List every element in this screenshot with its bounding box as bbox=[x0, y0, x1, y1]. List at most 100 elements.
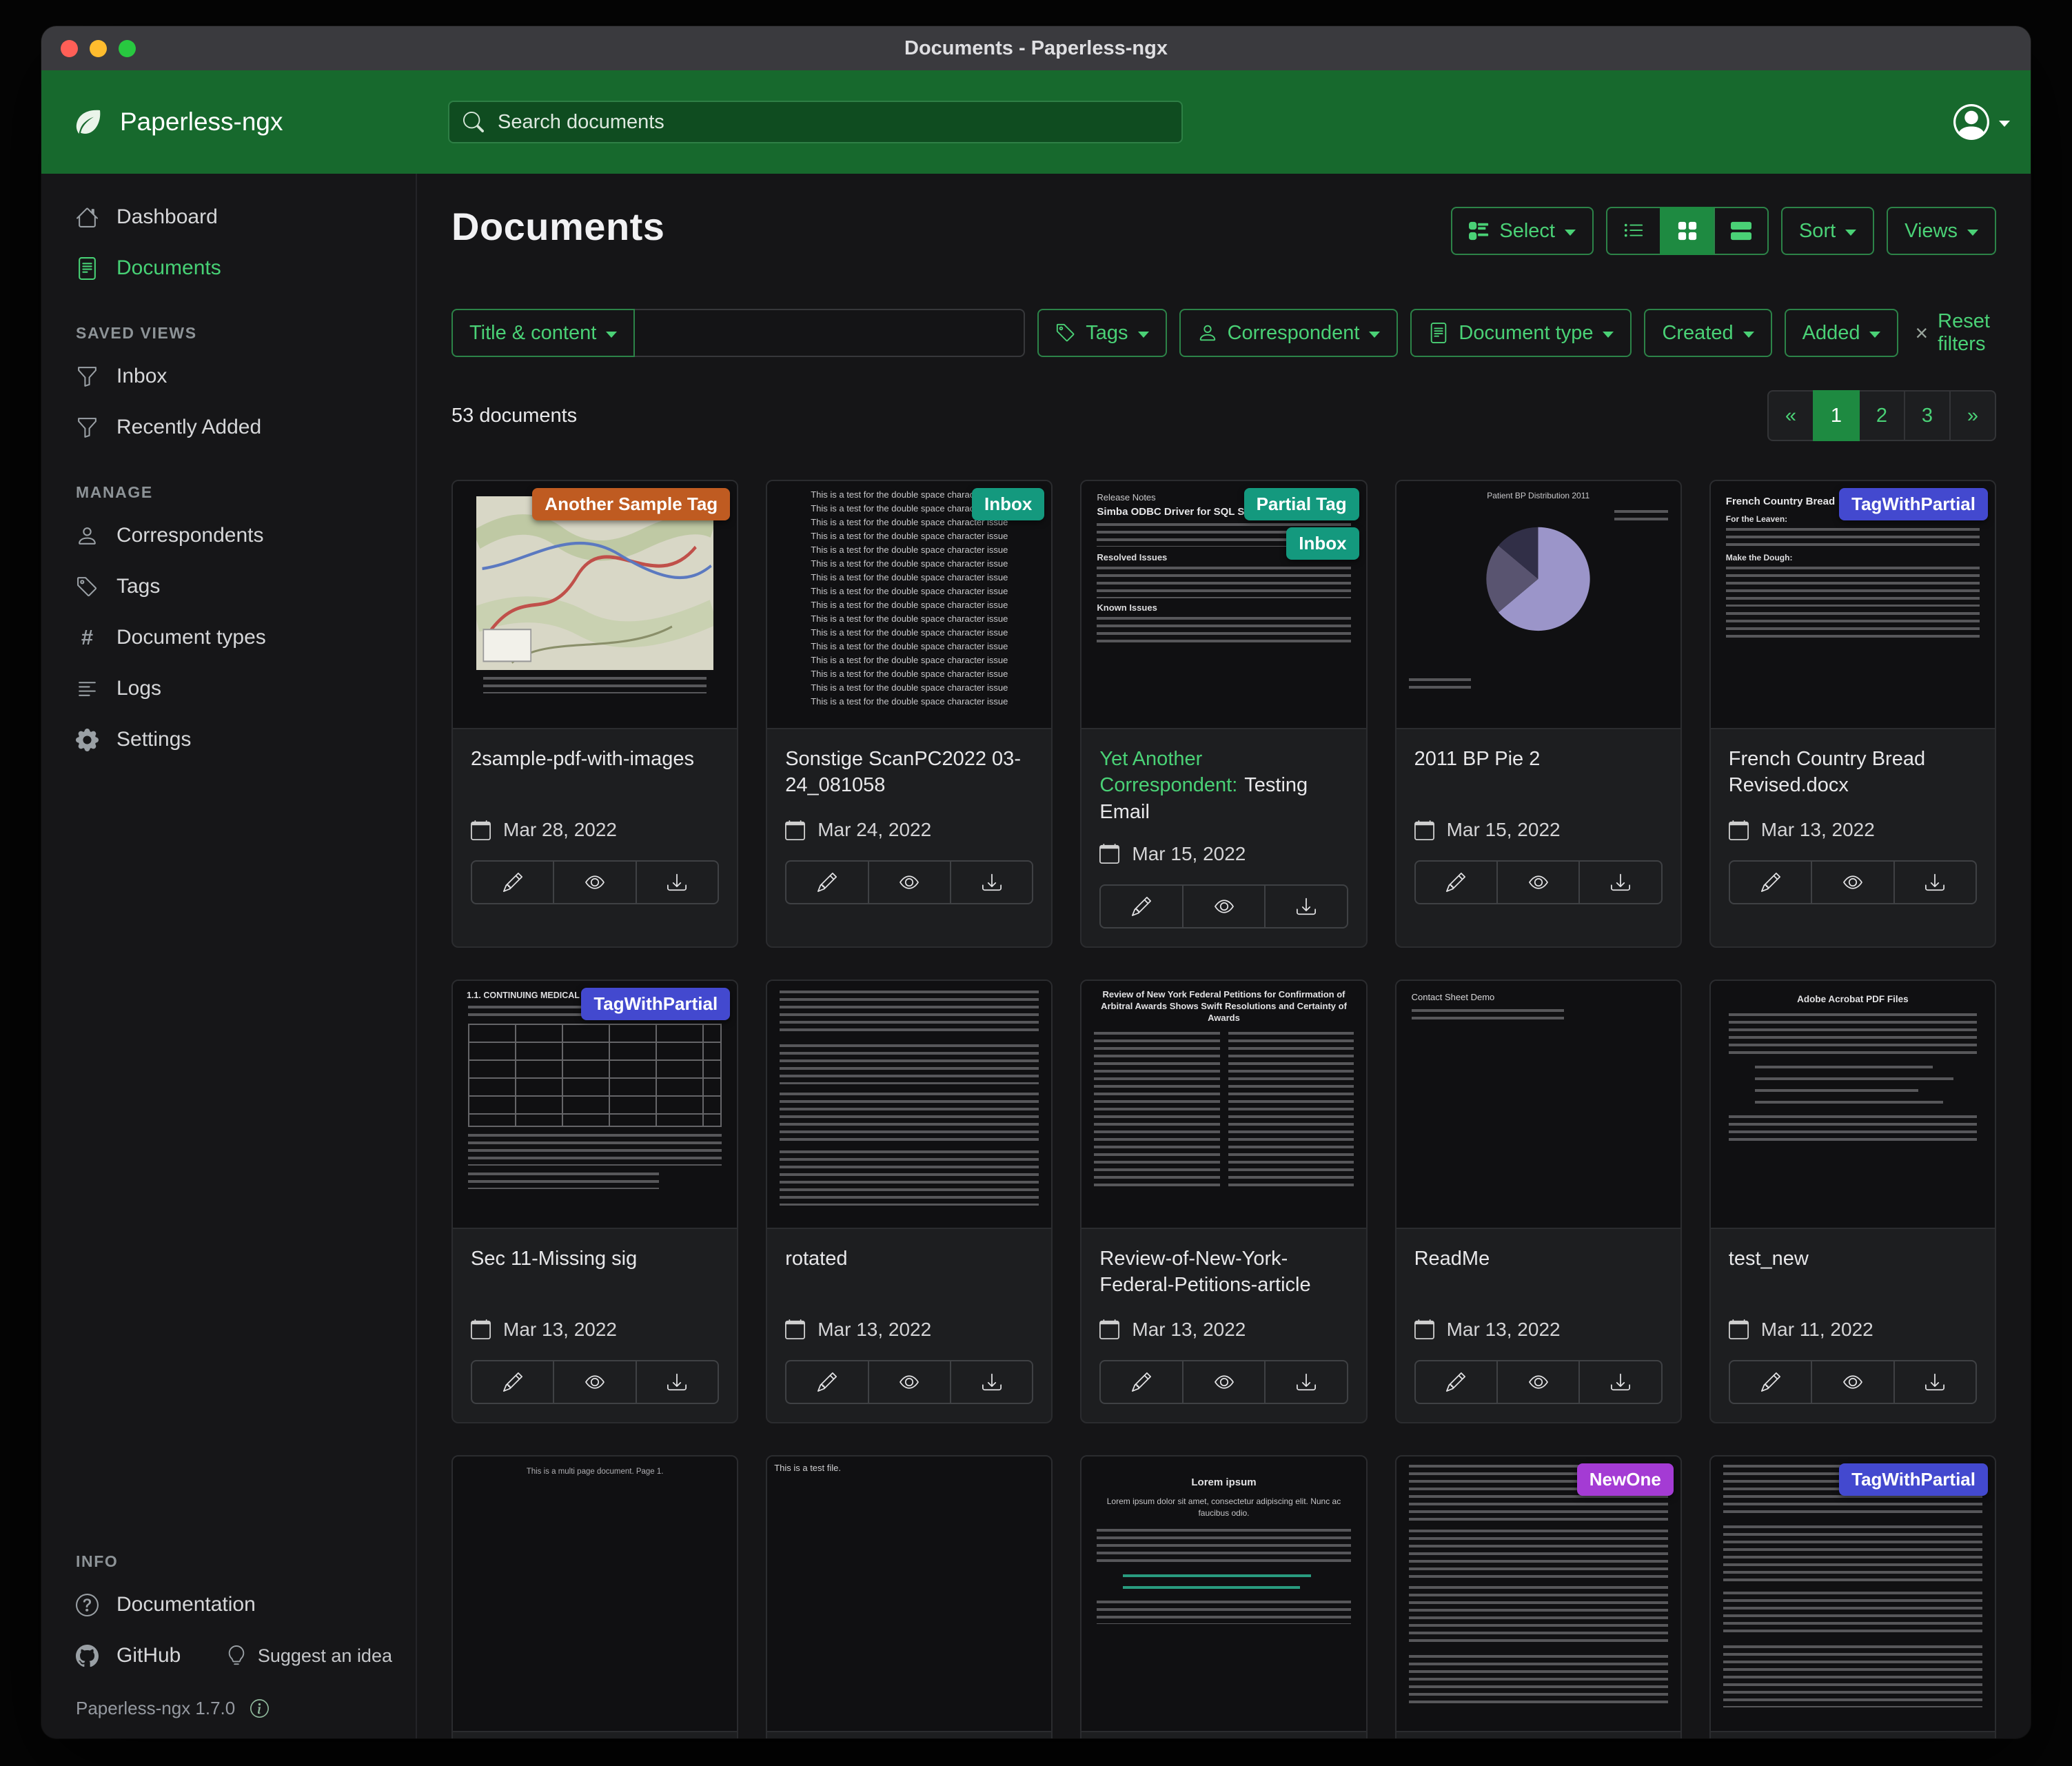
view-document-button[interactable] bbox=[1182, 1360, 1266, 1404]
download-document-button[interactable] bbox=[1578, 1360, 1662, 1404]
sidebar-item-suggest-idea[interactable]: Suggest an idea bbox=[226, 1630, 392, 1681]
document-thumbnail[interactable]: Lorem ipsum Lorem ipsum dolor sit amet, … bbox=[1081, 1457, 1365, 1732]
document-thumbnail[interactable]: French Country Bread For the Leaven: Mak… bbox=[1711, 481, 1995, 729]
document-thumbnail[interactable]: Review of New York Federal Petitions for… bbox=[1081, 981, 1365, 1229]
document-title-link[interactable]: 2011 BP Pie 2 bbox=[1414, 746, 1663, 801]
document-title-link[interactable]: Sec 11-Missing sig bbox=[471, 1246, 719, 1301]
edit-document-button[interactable] bbox=[471, 1360, 554, 1404]
sort-button[interactable]: Sort bbox=[1781, 207, 1874, 255]
download-document-button[interactable] bbox=[1264, 884, 1348, 928]
sidebar-item-github[interactable]: GitHub bbox=[41, 1630, 181, 1681]
edit-document-button[interactable] bbox=[785, 860, 869, 904]
app-logo[interactable]: Paperless-ngx bbox=[41, 105, 283, 139]
sidebar-item-inbox[interactable]: Inbox bbox=[41, 351, 416, 402]
sidebar-item-settings[interactable]: Settings bbox=[41, 714, 416, 765]
document-title-link[interactable]: Yet Another Correspondent:Testing Email bbox=[1099, 746, 1348, 825]
view-document-button[interactable] bbox=[868, 1360, 951, 1404]
sidebar-item-correspondents[interactable]: Correspondents bbox=[41, 510, 416, 561]
reset-filters-button[interactable]: × Reset filters bbox=[1911, 310, 1996, 356]
view-document-button[interactable] bbox=[1496, 1360, 1580, 1404]
correspondent-link[interactable]: Yet Another Correspondent: bbox=[1099, 748, 1237, 796]
document-title-link[interactable]: French Country Bread Revised.docx bbox=[1729, 746, 1977, 801]
download-document-button[interactable] bbox=[1893, 1360, 1977, 1404]
download-document-button[interactable] bbox=[636, 1360, 719, 1404]
download-document-button[interactable] bbox=[1893, 860, 1977, 904]
document-title-link[interactable]: Sonstige ScanPC2022 03-24_081058 bbox=[785, 746, 1033, 801]
edit-document-button[interactable] bbox=[1414, 1360, 1498, 1404]
document-thumbnail[interactable]: This is a multi page document. Page 1. bbox=[453, 1457, 737, 1732]
views-button[interactable]: Views bbox=[1887, 207, 1996, 255]
view-document-button[interactable] bbox=[1496, 860, 1580, 904]
view-document-button[interactable] bbox=[553, 860, 636, 904]
document-thumbnail[interactable] bbox=[767, 981, 1051, 1229]
view-document-button[interactable] bbox=[553, 1360, 636, 1404]
sidebar-item-documents[interactable]: Documents bbox=[41, 243, 416, 294]
search-input[interactable] bbox=[496, 110, 1168, 134]
document-thumbnail[interactable]: Adobe Acrobat PDF Files bbox=[1711, 981, 1995, 1229]
sidebar-item-tags[interactable]: Tags bbox=[41, 561, 416, 612]
document-title-link[interactable]: ReadMe bbox=[1414, 1246, 1663, 1301]
edit-document-button[interactable] bbox=[1729, 1360, 1812, 1404]
download-document-button[interactable] bbox=[1264, 1360, 1348, 1404]
sidebar-item-document-types[interactable]: # Document types bbox=[41, 612, 416, 663]
download-document-button[interactable] bbox=[950, 1360, 1033, 1404]
tag-badge[interactable]: TagWithPartial bbox=[1839, 1463, 1988, 1496]
tag-badge[interactable]: Inbox bbox=[1286, 527, 1359, 560]
download-document-button[interactable] bbox=[950, 860, 1033, 904]
document-title-link[interactable]: rotated bbox=[785, 1246, 1033, 1301]
tag-badge[interactable]: Partial Tag bbox=[1244, 488, 1359, 520]
document-type-filter-button[interactable]: Document type bbox=[1410, 309, 1632, 357]
edit-document-button[interactable] bbox=[1099, 1360, 1183, 1404]
edit-document-button[interactable] bbox=[471, 860, 554, 904]
sidebar-item-documentation[interactable]: Documentation bbox=[41, 1579, 416, 1630]
window-close-button[interactable] bbox=[61, 40, 78, 57]
list-view-button[interactable] bbox=[1606, 207, 1661, 255]
info-circle-icon[interactable] bbox=[250, 1699, 269, 1718]
detail-view-button[interactable] bbox=[1714, 207, 1769, 255]
sidebar-item-logs[interactable]: Logs bbox=[41, 663, 416, 714]
added-filter-button[interactable]: Added bbox=[1785, 309, 1899, 357]
title-content-dropdown[interactable]: Title & content bbox=[451, 309, 635, 357]
document-thumbnail[interactable]: Patient BP Distribution 2011 bbox=[1396, 481, 1680, 729]
document-thumbnail[interactable]: TagWithPartial bbox=[1711, 1457, 1995, 1732]
sidebar-item-recently-added[interactable]: Recently Added bbox=[41, 402, 416, 453]
edit-document-button[interactable] bbox=[1729, 860, 1812, 904]
select-button[interactable]: Select bbox=[1451, 207, 1594, 255]
tag-badge[interactable]: TagWithPartial bbox=[1839, 488, 1988, 520]
download-document-button[interactable] bbox=[1578, 860, 1662, 904]
title-content-input[interactable] bbox=[635, 309, 1025, 357]
edit-document-button[interactable] bbox=[1099, 884, 1183, 928]
created-filter-button[interactable]: Created bbox=[1644, 309, 1771, 357]
view-document-button[interactable] bbox=[1182, 884, 1266, 928]
tag-badge[interactable]: Inbox bbox=[972, 488, 1044, 520]
view-document-button[interactable] bbox=[1811, 1360, 1894, 1404]
edit-document-button[interactable] bbox=[1414, 860, 1498, 904]
view-document-button[interactable] bbox=[868, 860, 951, 904]
pagination-page-3[interactable]: 3 bbox=[1904, 390, 1951, 441]
window-minimize-button[interactable] bbox=[90, 40, 107, 57]
document-title-link[interactable]: Review-of-New-York-Federal-Petitions-art… bbox=[1099, 1246, 1348, 1301]
view-document-button[interactable] bbox=[1811, 860, 1894, 904]
pagination-page-1[interactable]: 1 bbox=[1813, 390, 1860, 441]
document-title-link[interactable]: 2sample-pdf-with-images bbox=[471, 746, 719, 801]
document-thumbnail[interactable]: NewOne bbox=[1396, 1457, 1680, 1732]
document-thumbnail[interactable]: Contact Sheet Demo bbox=[1396, 981, 1680, 1229]
pagination-page-2[interactable]: 2 bbox=[1858, 390, 1905, 441]
edit-document-button[interactable] bbox=[785, 1360, 869, 1404]
pagination-prev-button[interactable]: « bbox=[1767, 390, 1814, 441]
tag-badge[interactable]: Another Sample Tag bbox=[532, 488, 730, 520]
correspondent-filter-button[interactable]: Correspondent bbox=[1179, 309, 1399, 357]
document-thumbnail[interactable]: Release Notes Simba ODBC Driver for SQL … bbox=[1081, 481, 1365, 729]
document-thumbnail[interactable]: Another Sample Tag bbox=[453, 481, 737, 729]
user-menu[interactable] bbox=[1953, 70, 2010, 174]
download-document-button[interactable] bbox=[636, 860, 719, 904]
tag-badge[interactable]: NewOne bbox=[1577, 1463, 1674, 1496]
sidebar-item-dashboard[interactable]: Dashboard bbox=[41, 192, 416, 243]
document-title-link[interactable]: test_new bbox=[1729, 1246, 1977, 1301]
tags-filter-button[interactable]: Tags bbox=[1037, 309, 1166, 357]
document-thumbnail[interactable]: This is a test for the double space char… bbox=[767, 481, 1051, 729]
grid-view-button[interactable] bbox=[1660, 207, 1715, 255]
document-thumbnail[interactable]: This is a test file. bbox=[767, 1457, 1051, 1732]
window-zoom-button[interactable] bbox=[119, 40, 136, 57]
global-search[interactable] bbox=[448, 101, 1183, 143]
